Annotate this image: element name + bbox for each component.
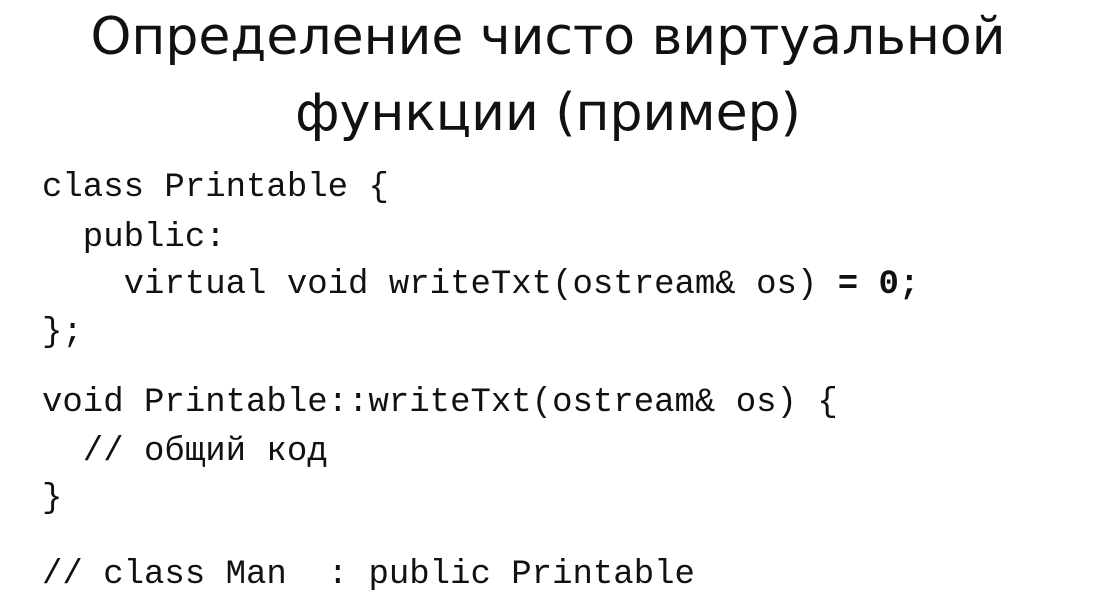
- code-line-8: // class Man : public Printable: [42, 556, 695, 594]
- code-line-2: public:: [42, 219, 226, 257]
- title-line-2: функции (пример): [295, 83, 801, 143]
- code-line-7: }: [42, 480, 63, 518]
- code-line-3-bold: = 0;: [837, 266, 920, 304]
- code-line-1: class Printable {: [42, 169, 389, 207]
- code-line-3: virtual void writeTxt(ostream& os) = 0;: [42, 265, 920, 305]
- slide: Определение чисто виртуальной функции (п…: [0, 0, 1096, 597]
- code-line-4: };: [42, 314, 83, 352]
- title-line-1: Определение чисто виртуальной: [90, 7, 1006, 67]
- code-line-5: void Printable::writeTxt(ostream& os) {: [42, 384, 838, 422]
- code-line-6: // общий код: [42, 433, 328, 471]
- code-line-3-text: virtual void writeTxt(ostream& os): [42, 266, 838, 304]
